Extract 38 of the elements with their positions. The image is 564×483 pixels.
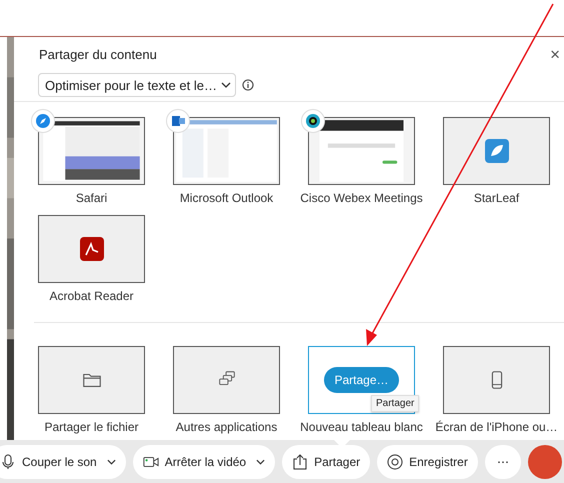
toolbar-button[interactable]: Arrêter la vidéo (132, 445, 276, 479)
share-option-tile[interactable] (173, 346, 280, 414)
share-icon (292, 454, 308, 470)
optimize-dropdown[interactable]: Optimiser pour le texte et le… (38, 73, 236, 97)
app-badge-icon (166, 109, 190, 133)
share-option-tile[interactable] (38, 346, 145, 414)
chevron-down-icon[interactable] (106, 459, 116, 465)
app-tile[interactable] (443, 117, 550, 185)
toolbar-button[interactable]: Couper le son (0, 445, 126, 479)
option-name: Autres applications (176, 420, 278, 434)
chevron-down-icon (220, 82, 231, 88)
close-button[interactable]: × (550, 46, 560, 62)
app-tile[interactable] (38, 215, 145, 283)
microphone-icon (0, 454, 16, 470)
option-name: Partager le fichier (44, 420, 139, 434)
app-badge-icon (301, 109, 325, 133)
app-name: Acrobat Reader (49, 289, 134, 303)
toolbar-button[interactable]: Partager (282, 445, 370, 479)
app-name: Cisco Webex Meetings (300, 191, 423, 205)
video-camera-icon (142, 454, 159, 470)
toolbar-button[interactable]: Enregistrer (377, 445, 478, 479)
pdf-icon (80, 237, 104, 261)
leaf-icon (484, 139, 508, 163)
info-icon[interactable] (242, 79, 254, 91)
app-name: Safari (76, 191, 108, 205)
tooltip: Partager (371, 395, 420, 412)
leave-button[interactable] (528, 445, 562, 479)
share-button[interactable]: Partage… (324, 367, 399, 393)
option-name: Écran de l'iPhone ou… (435, 420, 558, 434)
more-button[interactable]: ⋯ (484, 445, 521, 479)
option-name: Nouveau tableau blanc (300, 420, 423, 434)
app-badge-icon (31, 109, 55, 133)
share-option-tile[interactable] (443, 346, 550, 414)
chevron-down-icon[interactable] (256, 459, 266, 465)
app-name: StarLeaf (474, 191, 520, 205)
dialog-title: Partager du contenu (39, 46, 157, 62)
app-name: Microsoft Outlook (180, 191, 274, 205)
record-icon (387, 454, 404, 470)
